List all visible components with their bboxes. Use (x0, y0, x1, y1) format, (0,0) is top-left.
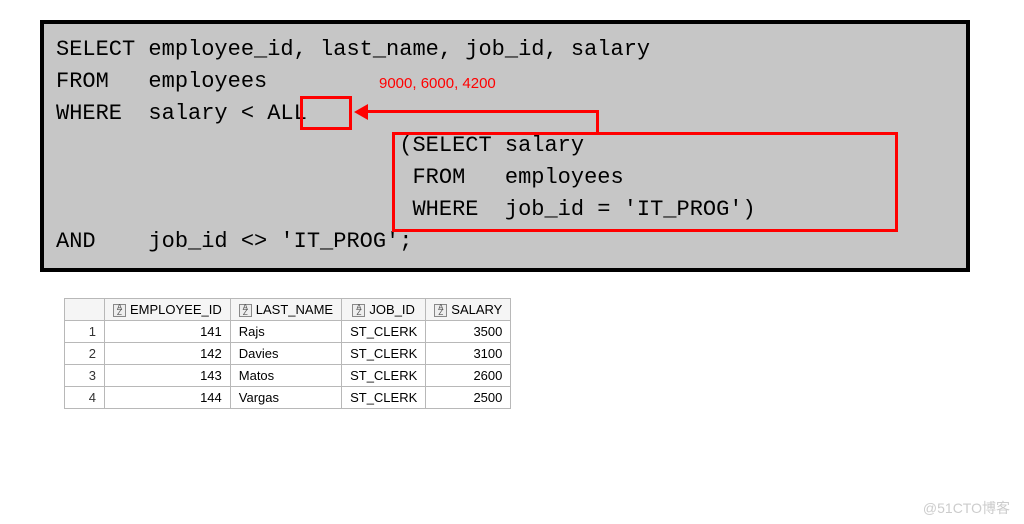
cell-last-name: Matos (230, 365, 341, 387)
table-row: 2 142 Davies ST_CLERK 3100 (65, 343, 511, 365)
table-header-salary: AZ SALARY (426, 299, 511, 321)
cell-salary: 2500 (426, 387, 511, 409)
cell-employee-id: 143 (105, 365, 231, 387)
value-annotation: 9000, 6000, 4200 (379, 68, 496, 100)
cell-employee-id: 144 (105, 387, 231, 409)
header-label: EMPLOYEE_ID (130, 302, 222, 317)
code-line-sub2: FROM employees (56, 162, 954, 194)
row-index: 4 (65, 387, 105, 409)
code-line-sub1: (SELECT salary (56, 130, 954, 162)
sort-icon: AZ (239, 304, 252, 317)
cell-employee-id: 141 (105, 321, 231, 343)
table-row: 1 141 Rajs ST_CLERK 3500 (65, 321, 511, 343)
table-row: 4 144 Vargas ST_CLERK 2500 (65, 387, 511, 409)
cell-job-id: ST_CLERK (342, 365, 426, 387)
cell-last-name: Rajs (230, 321, 341, 343)
result-table: AZ EMPLOYEE_ID AZ LAST_NAME AZ JOB_ID AZ SAL… (64, 298, 511, 409)
sql-code-block: SELECT employee_id, last_name, job_id, s… (40, 20, 970, 272)
row-index: 2 (65, 343, 105, 365)
cell-salary: 3100 (426, 343, 511, 365)
code-line-select: SELECT employee_id, last_name, job_id, s… (56, 34, 954, 66)
table-header-row: AZ EMPLOYEE_ID AZ LAST_NAME AZ JOB_ID AZ SAL… (65, 299, 511, 321)
table-header-last-name: AZ LAST_NAME (230, 299, 341, 321)
cell-job-id: ST_CLERK (342, 321, 426, 343)
cell-job-id: ST_CLERK (342, 387, 426, 409)
cell-salary: 3500 (426, 321, 511, 343)
table-header-blank (65, 299, 105, 321)
code-line-where: WHERE salary < ALL (56, 98, 954, 130)
header-label: SALARY (451, 302, 502, 317)
table-header-job-id: AZ JOB_ID (342, 299, 426, 321)
cell-salary: 2600 (426, 365, 511, 387)
sort-icon: AZ (113, 304, 126, 317)
header-label: JOB_ID (369, 302, 415, 317)
sort-icon: AZ (352, 304, 365, 317)
cell-last-name: Vargas (230, 387, 341, 409)
header-label: LAST_NAME (256, 302, 333, 317)
cell-last-name: Davies (230, 343, 341, 365)
cell-job-id: ST_CLERK (342, 343, 426, 365)
watermark: @51CTO博客 (923, 498, 1010, 518)
row-index: 1 (65, 321, 105, 343)
sort-icon: AZ (434, 304, 447, 317)
table-header-employee-id: AZ EMPLOYEE_ID (105, 299, 231, 321)
table-row: 3 143 Matos ST_CLERK 2600 (65, 365, 511, 387)
code-line-sub3: WHERE job_id = 'IT_PROG') (56, 194, 954, 226)
code-line-and: AND job_id <> 'IT_PROG'; (56, 226, 954, 258)
cell-employee-id: 142 (105, 343, 231, 365)
code-line-from: FROM employees (56, 66, 954, 98)
row-index: 3 (65, 365, 105, 387)
